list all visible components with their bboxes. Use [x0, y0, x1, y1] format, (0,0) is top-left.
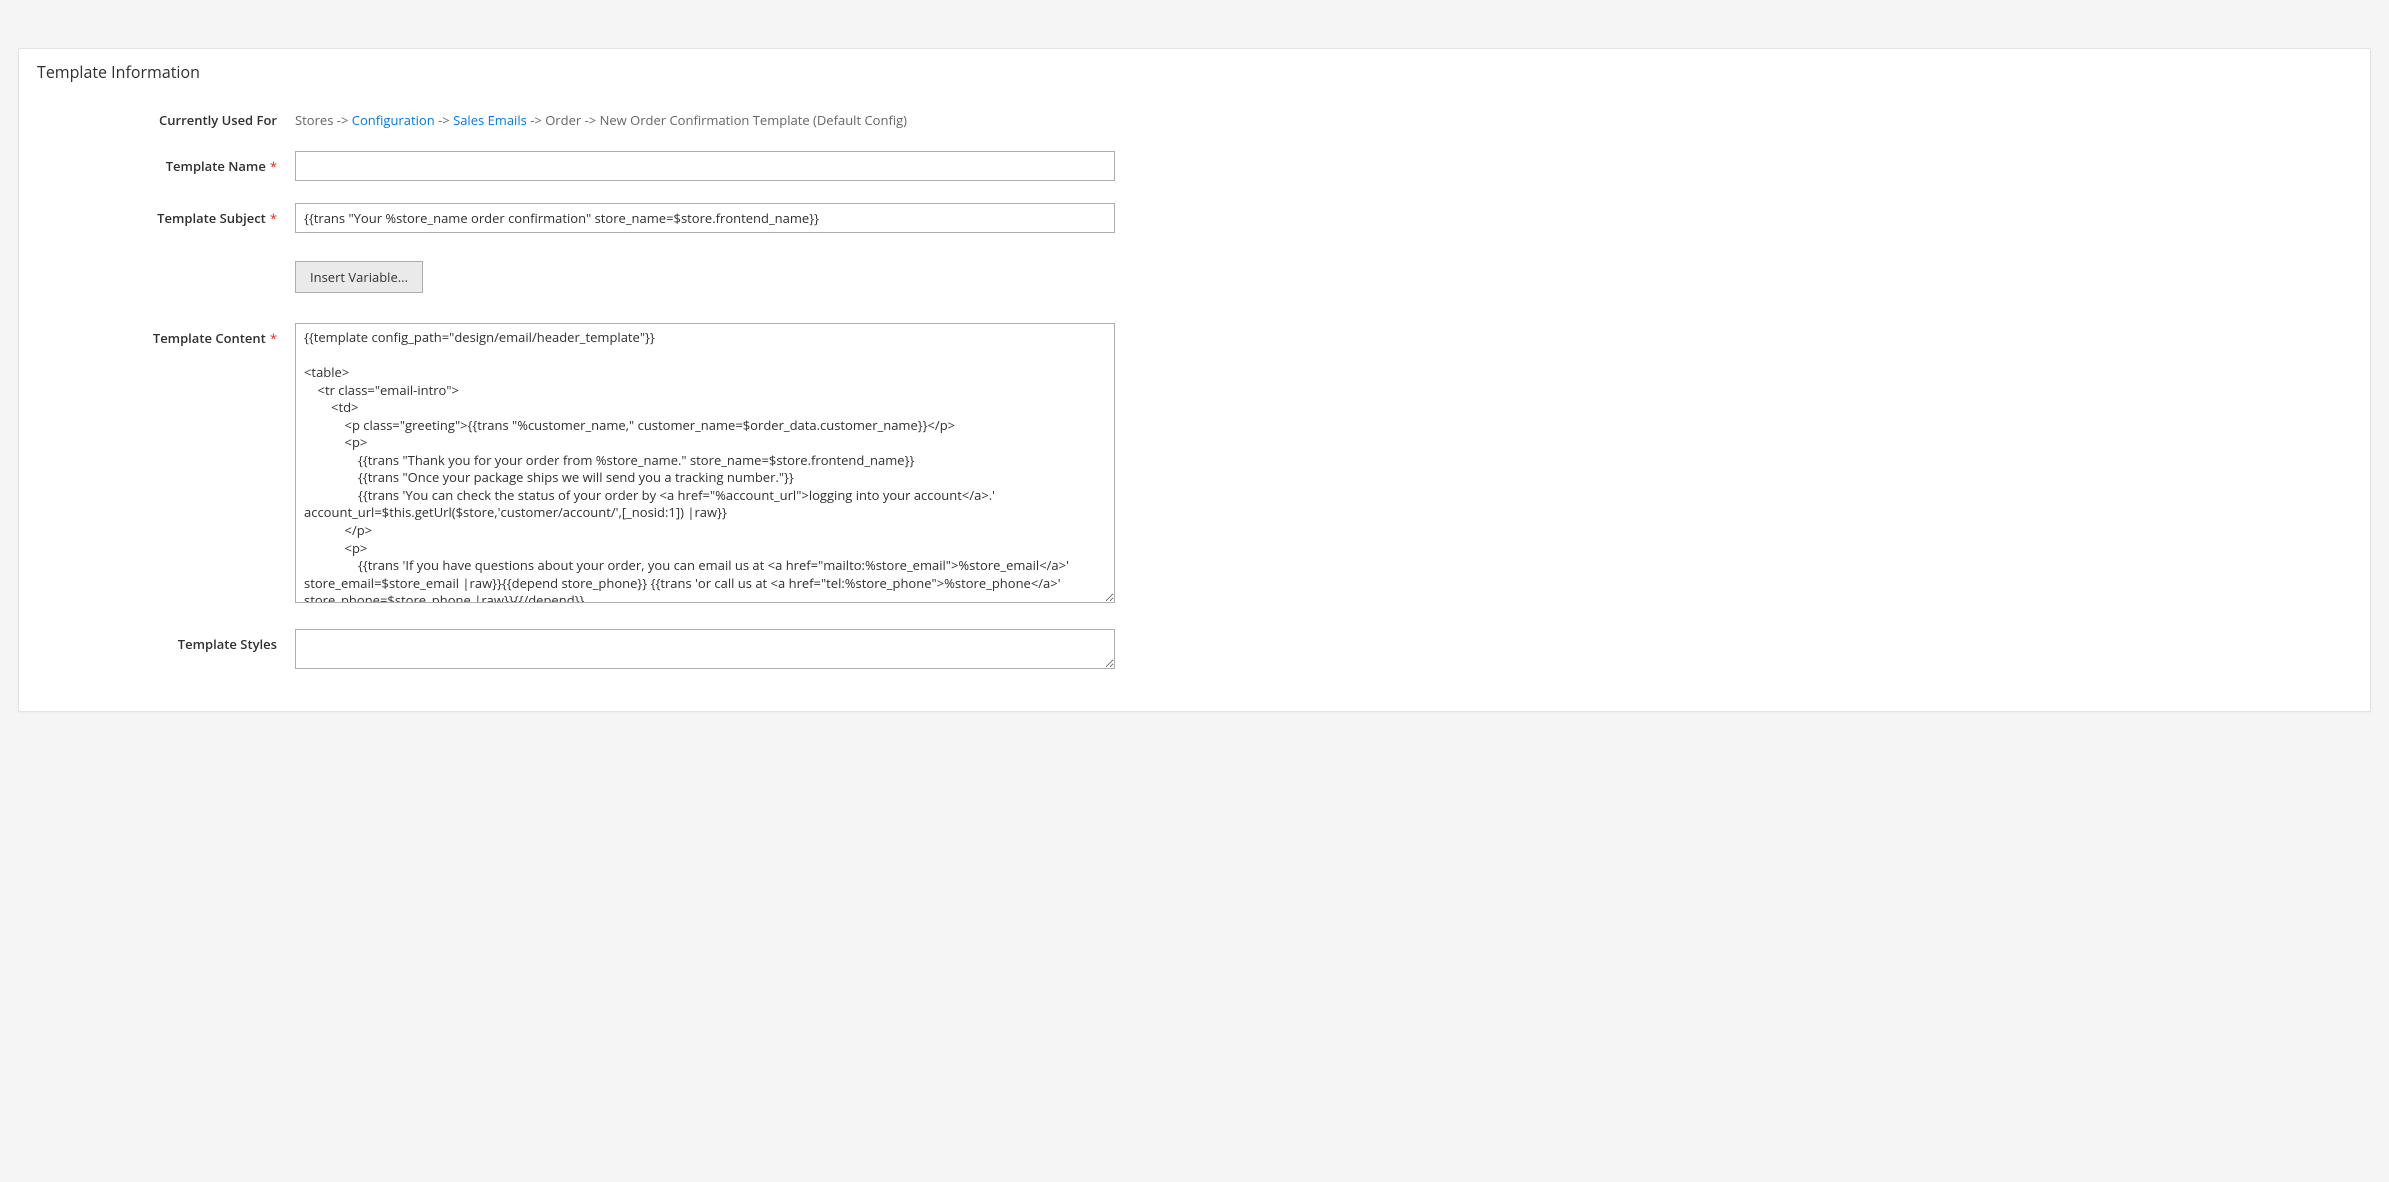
row-template-name: Template Name* [19, 147, 2370, 199]
required-mark-icon: * [270, 329, 277, 347]
label-template-content: Template Content [153, 329, 266, 347]
panel-title: Template Information [19, 49, 2370, 101]
breadcrumb-stores: Stores [295, 111, 333, 129]
row-template-subject: Template Subject* [19, 199, 2370, 251]
template-name-input[interactable] [295, 151, 1115, 181]
row-currently-used-for: Currently Used For Stores -> Configurati… [19, 101, 2370, 147]
row-template-styles: Template Styles [19, 625, 2370, 691]
label-currently-used-for: Currently Used For [37, 105, 295, 129]
row-template-content: Template Content* [19, 319, 2370, 625]
template-styles-textarea[interactable] [295, 629, 1115, 669]
label-template-styles: Template Styles [37, 629, 295, 653]
breadcrumb-tail: New Order Confirmation Template (Default… [600, 111, 907, 129]
insert-variable-button[interactable]: Insert Variable... [295, 261, 423, 293]
template-subject-input[interactable] [295, 203, 1115, 233]
required-mark-icon: * [270, 157, 277, 175]
breadcrumb-sales-emails-link[interactable]: Sales Emails [453, 111, 527, 129]
breadcrumb: Stores -> Configuration -> Sales Emails … [295, 105, 1115, 129]
required-mark-icon: * [270, 209, 277, 227]
template-information-panel: Template Information Currently Used For … [18, 48, 2371, 712]
breadcrumb-configuration-link[interactable]: Configuration [352, 111, 435, 129]
row-insert-variable: Insert Variable... [19, 251, 2370, 319]
label-template-subject: Template Subject [157, 209, 266, 227]
breadcrumb-order: Order [545, 111, 581, 129]
template-content-textarea[interactable] [295, 323, 1115, 603]
label-template-name: Template Name [166, 157, 266, 175]
